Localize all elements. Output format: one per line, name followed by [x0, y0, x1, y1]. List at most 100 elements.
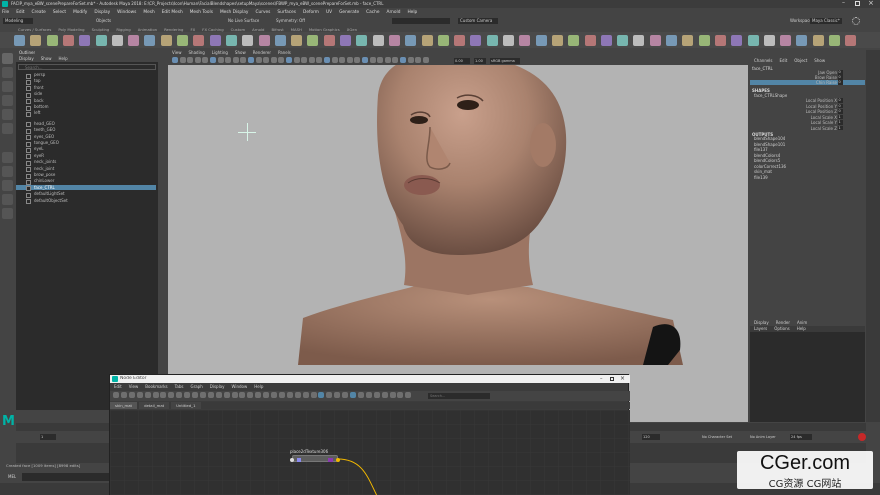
menu-item-mesh-display[interactable]: Mesh Display — [220, 10, 249, 15]
node-editor-toolbar-icon[interactable] — [350, 392, 356, 398]
shelf-tool-icon[interactable] — [584, 35, 596, 46]
viewport-toolbar-icon[interactable] — [384, 57, 391, 63]
outliner-item[interactable]: left — [16, 110, 156, 117]
viewport-toolbar-icon[interactable] — [210, 57, 216, 63]
layer-menu-item[interactable]: Layers — [754, 326, 767, 331]
channel-box-tab[interactable]: Show — [814, 58, 825, 63]
shelf-tool-icon[interactable] — [666, 35, 677, 46]
shape-attr-label[interactable]: Local Position Z — [806, 109, 837, 114]
camera-dropdown[interactable]: Custom Camera — [458, 18, 498, 24]
close-button[interactable]: × — [868, 0, 876, 8]
shelf-tool-icon[interactable] — [731, 35, 743, 46]
shelf-tool-icon[interactable] — [519, 35, 531, 46]
node-editor-toolbar-icon[interactable] — [357, 392, 364, 398]
layer-tab[interactable]: Render — [776, 320, 790, 325]
shelf-tool-icon[interactable] — [405, 35, 417, 46]
node-editor-toolbar-icon[interactable] — [263, 392, 270, 398]
viewport-menu-item[interactable]: Renderer — [253, 50, 271, 55]
node-editor-tab[interactable]: detail_mat — [139, 402, 170, 409]
shelf-tool-icon[interactable] — [714, 35, 726, 46]
viewport-toolbar-icon[interactable] — [301, 57, 308, 63]
viewport-toolbar-icon[interactable] — [217, 57, 224, 63]
node-editor-toolbar-icon[interactable] — [128, 392, 135, 398]
shape-attr-label[interactable]: Local Position Y — [806, 104, 837, 109]
viewport-toolbar-icon[interactable] — [232, 57, 239, 63]
minimize-button[interactable]: – — [842, 0, 850, 7]
shelf-tool-icon[interactable] — [79, 35, 91, 46]
shelf-tool-icon[interactable] — [160, 35, 172, 46]
shelf-tool-icon[interactable] — [111, 35, 123, 46]
shelf-tool-icon[interactable] — [437, 35, 449, 46]
shelf-tool-icon[interactable] — [274, 35, 286, 46]
node-editor-minimize-button[interactable]: – — [600, 376, 603, 382]
outliner-item[interactable]: head_GEO — [16, 121, 156, 127]
node-editor-toolbar-icon[interactable] — [215, 392, 222, 398]
node-editor-menu-item[interactable]: Tabs — [175, 384, 184, 389]
shelf-tool-icon[interactable] — [388, 35, 400, 46]
outliner-menu-item[interactable]: Help — [59, 56, 68, 61]
node-editor-toolbar-icon[interactable] — [113, 392, 119, 398]
node-editor-tab[interactable]: skin_mat — [110, 402, 138, 409]
shelf-tool-icon[interactable] — [763, 35, 775, 46]
menu-item-edit[interactable]: Edit — [16, 10, 24, 15]
shelf-tool-icon[interactable] — [144, 35, 156, 46]
menu-item-curves[interactable]: Curves — [255, 10, 270, 15]
viewport-menu-item[interactable]: Lighting — [212, 50, 228, 55]
shelf-tool-icon[interactable] — [486, 35, 498, 46]
shelf-tool-icon[interactable] — [307, 35, 319, 46]
node-editor-menu-item[interactable]: Bookmarks — [145, 384, 167, 389]
menu-item-cache[interactable]: Cache — [366, 10, 379, 15]
output-node[interactable]: file137 — [754, 147, 768, 152]
outliner-item[interactable]: neck_joint — [16, 166, 156, 172]
node-editor-toolbar-icon[interactable] — [231, 392, 238, 398]
shelf-tool-icon[interactable] — [177, 35, 188, 46]
shelf-tool-icon[interactable] — [421, 35, 433, 46]
shape-attr-value[interactable]: 0 — [838, 98, 843, 103]
outliner-item[interactable]: side — [16, 91, 156, 98]
node-editor-menu-item[interactable]: View — [129, 384, 139, 389]
viewport-toolbar-icon[interactable] — [202, 57, 209, 63]
viewport-toolbar-icon[interactable] — [293, 57, 300, 63]
shape-attr-value[interactable]: 1 — [838, 120, 843, 125]
menu-item-windows[interactable]: Windows — [117, 10, 136, 15]
menu-item-help[interactable]: Help — [407, 10, 417, 15]
shelf-tool-icon[interactable] — [193, 35, 205, 46]
outliner-item[interactable]: top — [16, 78, 156, 85]
viewport-toolbar-icon[interactable] — [346, 57, 353, 63]
node-editor-toolbar-icon[interactable] — [152, 392, 159, 398]
layer-tab[interactable]: Anim — [797, 320, 807, 325]
node-editor-toolbar-icon[interactable] — [168, 392, 175, 398]
channel-box-tab[interactable]: Edit — [780, 58, 788, 63]
node-editor-toolbar-icon[interactable] — [199, 392, 206, 398]
node-editor-menu-item[interactable]: Display — [210, 384, 225, 389]
viewport-menu-item[interactable]: Panels — [278, 50, 291, 55]
layout-four-icon[interactable] — [2, 166, 13, 177]
shelf-tool-icon[interactable] — [356, 35, 368, 46]
layer-menu-item[interactable]: Help — [797, 326, 806, 331]
channel-label[interactable]: Chin Raise — [816, 80, 837, 85]
node-editor-menu-item[interactable]: Window — [232, 384, 248, 389]
outliner-item[interactable]: defaultObjectSet — [16, 198, 156, 204]
move-tool-icon[interactable] — [2, 95, 13, 106]
node-editor-toolbar-icon[interactable] — [120, 392, 127, 398]
shape-attr-value[interactable]: 0 — [838, 103, 843, 108]
shelf-tool-icon[interactable] — [796, 35, 808, 46]
node-editor-toolbar-icon[interactable] — [144, 392, 151, 398]
viewport-toolbar-icon[interactable] — [286, 57, 292, 63]
shelf-tool-icon[interactable] — [617, 35, 629, 46]
side-tab-strip[interactable] — [866, 50, 880, 422]
menu-item-uv[interactable]: UV — [326, 10, 332, 15]
shelf-tool-icon[interactable] — [258, 35, 270, 46]
outliner-search-input[interactable] — [18, 64, 156, 70]
node-editor-tab[interactable]: Untitled_1 — [171, 402, 201, 409]
outliner-item[interactable]: eyeR — [16, 153, 156, 159]
node-editor-toolbar-icon[interactable] — [365, 392, 372, 398]
output-node[interactable]: colorCorrect136 — [754, 164, 786, 169]
place2dtexture-node[interactable] — [290, 455, 340, 462]
node-editor-close-button[interactable]: × — [620, 375, 625, 382]
colorspace-dropdown[interactable]: sRGB gamma — [490, 57, 520, 64]
viewport-toolbar-icon[interactable] — [263, 57, 270, 63]
outliner-menu-item[interactable]: Show — [41, 56, 52, 61]
shelf-tool-icon[interactable] — [600, 35, 612, 46]
shelf-tool-icon[interactable] — [551, 35, 563, 46]
